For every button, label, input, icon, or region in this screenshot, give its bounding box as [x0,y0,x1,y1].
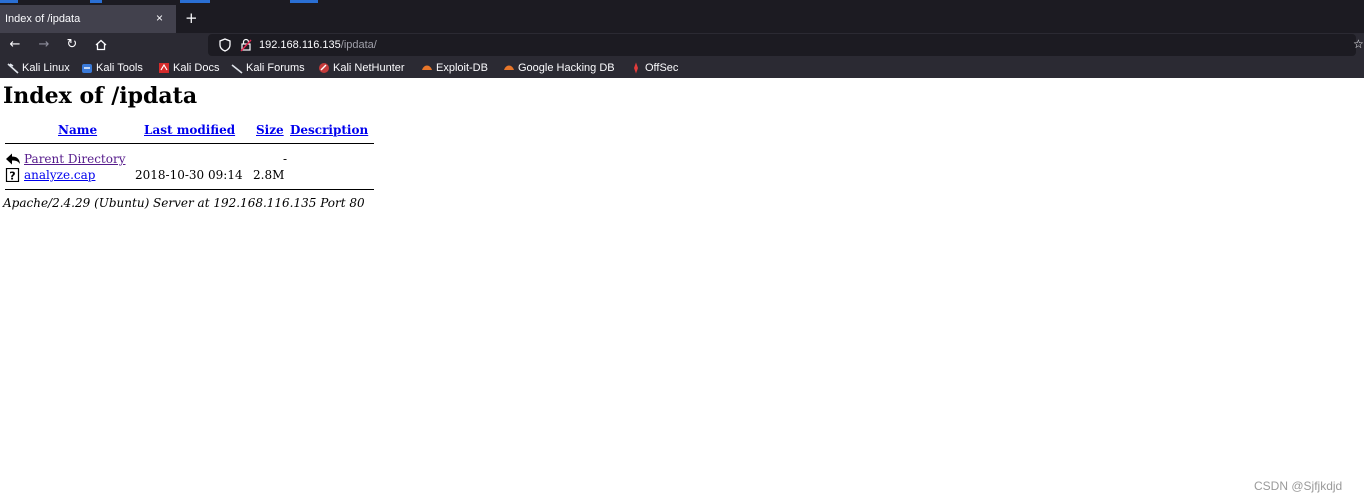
bookmark-offsec[interactable]: OffSec [630,61,678,75]
column-header-name[interactable]: Name [58,123,97,137]
home-button[interactable] [92,36,110,54]
file-link-analyze-cap[interactable]: analyze.cap [24,168,95,182]
kali-docs-icon [159,63,169,73]
bookmark-label: Kali Docs [173,62,220,74]
csdn-watermark: CSDN @Sjfjkdjd [1254,479,1343,493]
size-cell: - [283,152,288,166]
bookmark-label: Kali Linux [22,62,70,74]
bookmark-label: Exploit-DB [436,62,488,74]
table-divider [5,189,374,190]
tab-bar: Index of /ipdata × + [0,5,1364,33]
taskbar-indicator [180,0,210,3]
parent-directory-link[interactable]: Parent Directory [24,152,125,166]
unknown-file-icon: ? [5,168,20,183]
tab-index-of-ipdata[interactable]: Index of /ipdata × [0,5,176,33]
url-host: 192.168.116.135 [259,39,341,51]
url-text[interactable]: 192.168.116.135/ipdata/ [259,39,377,51]
page-content: Index of /ipdata Name Last modified Size… [0,78,1364,503]
new-tab-button[interactable]: + [185,9,198,27]
column-header-description[interactable]: Description [290,123,368,137]
svg-text:?: ? [9,170,15,183]
kali-tools-icon [82,64,92,73]
column-header-size[interactable]: Size [256,123,284,137]
exploit-db-icon [422,65,432,70]
nethunter-icon [319,63,329,73]
column-header-last-modified[interactable]: Last modified [144,123,235,137]
page-title: Index of /ipdata [3,83,198,109]
back-arrow-icon [6,153,20,165]
url-path: /ipdata/ [340,39,377,51]
bookmark-kali-linux[interactable]: Kali Linux [7,61,70,75]
bookmarks-toolbar: Kali Linux Kali Tools Kali Docs Kali For… [0,57,1364,78]
reload-button[interactable]: ↻ [63,36,81,54]
bookmark-google-hacking-db[interactable]: Google Hacking DB [503,61,615,75]
bookmark-kali-forums[interactable]: Kali Forums [231,61,305,75]
last-modified-cell: 2018-10-30 09:14 [135,168,243,182]
kali-forums-icon [231,64,243,74]
taskbar-indicator [0,0,18,3]
bookmark-kali-tools[interactable]: Kali Tools [81,61,143,75]
close-icon[interactable]: × [156,11,163,25]
url-bar[interactable]: 192.168.116.135/ipdata/ [208,34,1356,56]
bookmark-label: Kali Forums [246,62,305,74]
server-signature: Apache/2.4.29 (Ubuntu) Server at 192.168… [3,196,365,210]
bookmark-label: Google Hacking DB [518,62,615,74]
back-button[interactable]: ← [6,36,24,54]
bookmark-kali-docs[interactable]: Kali Docs [158,61,219,75]
bookmark-star-icon[interactable]: ☆ [1353,37,1364,51]
forward-button[interactable]: → [35,36,53,54]
bookmark-label: Kali Tools [96,62,143,74]
bookmark-label: OffSec [645,62,679,74]
home-icon [95,39,107,51]
taskbar-indicator [290,0,318,3]
bookmark-exploit-db[interactable]: Exploit-DB [421,61,488,75]
bookmark-kali-nethunter[interactable]: Kali NetHunter [318,61,405,75]
size-cell: 2.8M [253,168,285,182]
navigation-toolbar: ← → ↻ 192.168.116.135/ipdata/ ☆ [0,33,1364,57]
offsec-icon [634,62,638,74]
kali-dragon-icon [7,63,19,74]
insecure-lock-icon[interactable] [238,37,254,53]
taskbar-indicator [90,0,102,3]
bookmark-label: Kali NetHunter [333,62,405,74]
tab-title: Index of /ipdata [5,13,81,25]
table-divider [5,143,374,144]
ghdb-icon [504,65,514,70]
tracking-protection-shield-icon[interactable] [217,37,233,53]
